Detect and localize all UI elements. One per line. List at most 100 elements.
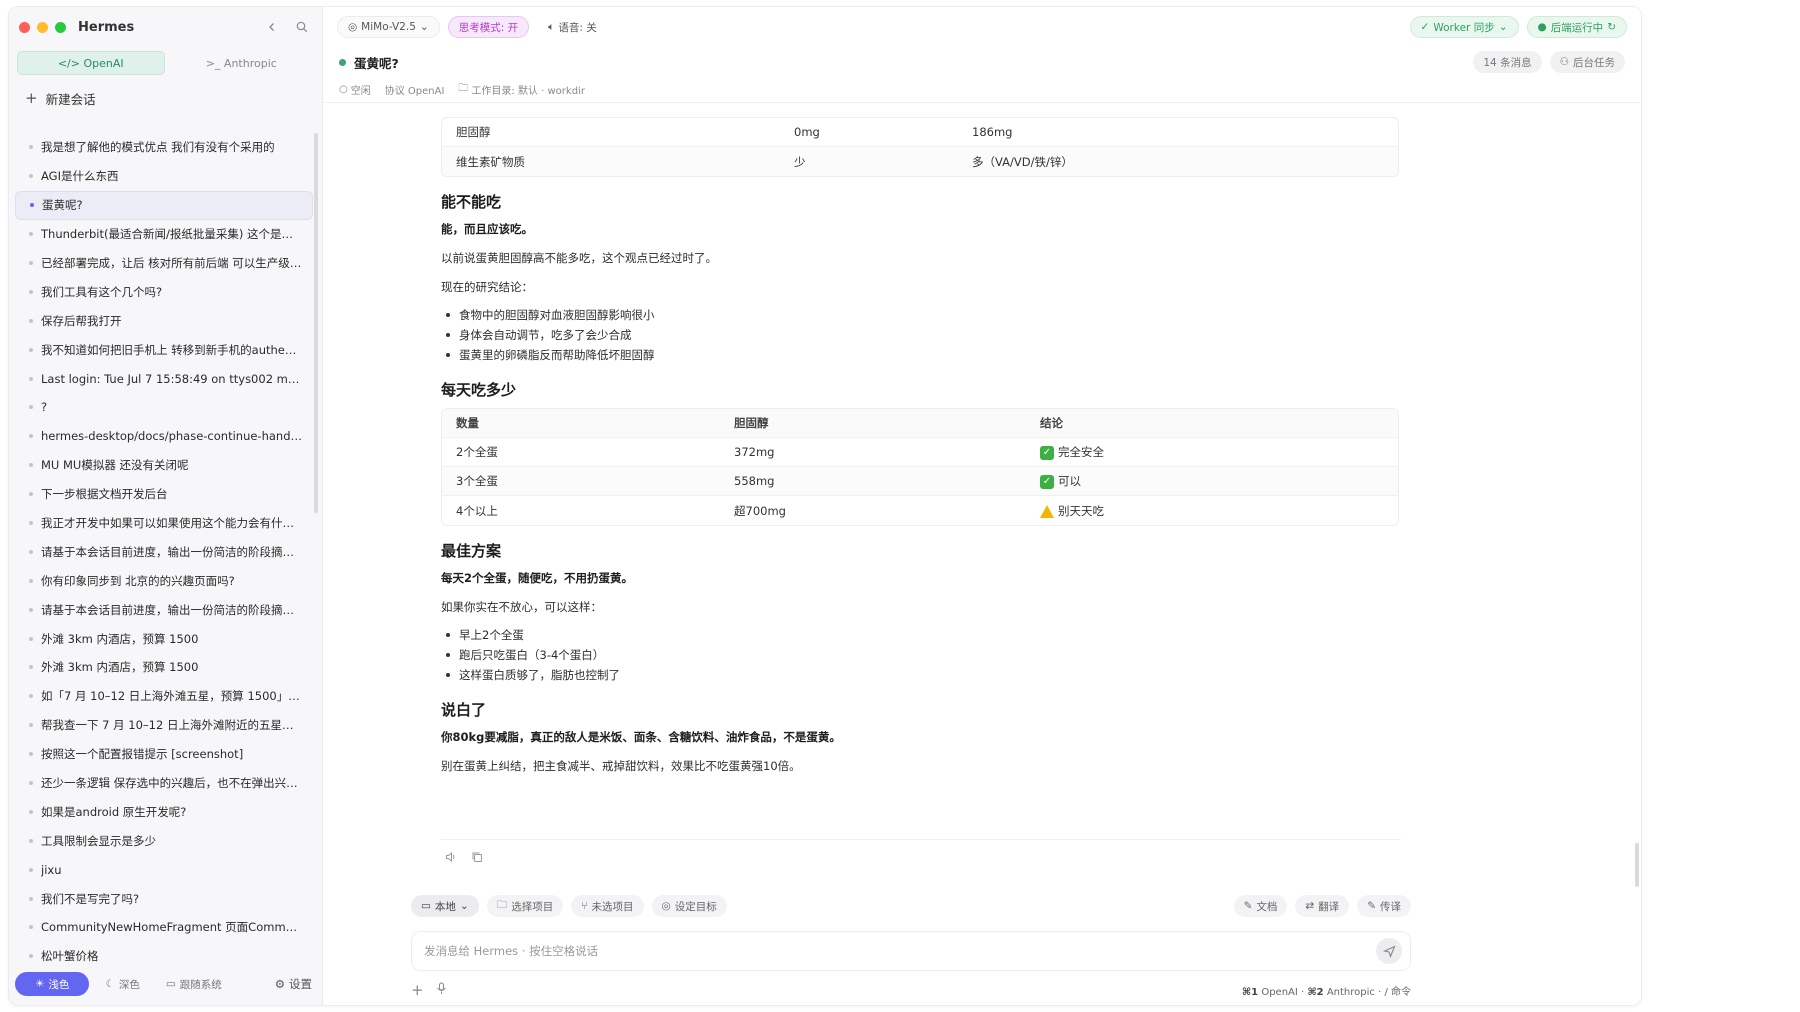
nutrition-table: 胆固醇 0mg 186mg 维生素矿物质 少 多（VA/VD/铁/锌） xyxy=(441,117,1399,177)
users-icon: ⚇ xyxy=(1559,56,1569,68)
theme-dark-button[interactable]: ☾ 深色 xyxy=(95,972,149,996)
conversation-title: Last login: Tue Jul 7 15:58:49 on ttys00… xyxy=(41,371,303,386)
translate-button[interactable]: ⇄ 翻译 xyxy=(1295,895,1350,917)
close-window-button[interactable] xyxy=(19,21,30,33)
conversation-item[interactable]: 蛋黄呢? xyxy=(15,190,313,220)
chat-scrollbar[interactable] xyxy=(1635,843,1639,887)
send-button[interactable] xyxy=(1376,938,1402,964)
conversation-item[interactable]: 下一步根据文档开发后台 xyxy=(15,480,313,509)
conversation-item[interactable]: ? xyxy=(15,393,313,422)
collapse-sidebar-icon[interactable] xyxy=(262,17,282,37)
minimize-window-button[interactable] xyxy=(37,21,48,33)
chevron-down-icon: ⌄ xyxy=(459,900,469,912)
top-toolbar: ◎ MiMo-V2.5 ⌄ 思考模式: 开 🔈︎ 语音: 关 ✓ Worker … xyxy=(323,7,1641,47)
settings-button[interactable]: ⚙ 设置 xyxy=(275,976,316,992)
set-goal-button[interactable]: ◎ 设定目标 xyxy=(651,895,727,917)
sidebar-titlebar: Hermes xyxy=(9,7,322,47)
paragraph: 如果你实在不放心，可以这样： xyxy=(441,600,602,614)
list-item: 跑后只吃蛋白（3-4个蛋白） xyxy=(441,645,1401,665)
theme-system-button[interactable]: ▭ 跟随系统 xyxy=(156,972,232,996)
doc-label: 文档 xyxy=(1256,900,1278,913)
conversation-item[interactable]: Thunderbit(最适合新闻/报纸批量采集) 这个是什么... xyxy=(15,220,313,249)
conversation-title: 我们工具有这个几个吗? xyxy=(41,284,163,299)
list-item: 蛋黄里的卵磷脂反而帮助降低坏胆固醇 xyxy=(441,345,1401,365)
conversation-item[interactable]: Last login: Tue Jul 7 15:58:49 on ttys00… xyxy=(15,364,313,393)
sidebar-scrollbar[interactable] xyxy=(314,133,318,513)
conversation-item[interactable]: 帮我查一下 7 月 10–12 日上海外滩附近的五星酒店... xyxy=(15,711,313,740)
table-row: 3个全蛋 558mg ✓ 可以 xyxy=(442,467,1398,496)
local-mode-selector[interactable]: ▭ 本地 ⌄ xyxy=(411,895,479,917)
meta-status-label: 空闲 xyxy=(350,86,371,97)
doc-button[interactable]: ✎ 文档 xyxy=(1233,895,1288,917)
conversation-item[interactable]: 松叶蟹价格 xyxy=(15,942,313,969)
conversation-item[interactable]: 我是想了解他的模式优点 我们有没有个采用的 xyxy=(15,133,313,162)
thinking-mode-label: 思考模式: 开 xyxy=(458,21,519,34)
meta-workdir[interactable]: 🗀 工作目录: 默认 · workdir xyxy=(458,81,585,98)
no-project-button[interactable]: ⑂ 未选项目 xyxy=(571,895,644,917)
list-item: 食物中的胆固醇对血液胆固醇影响很小 xyxy=(441,305,1401,325)
model-selector[interactable]: ◎ MiMo-V2.5 ⌄ xyxy=(337,16,440,38)
set-goal-label: 设定目标 xyxy=(674,900,717,913)
conversation-item[interactable]: 如果是android 原生开发呢? xyxy=(15,797,313,826)
background-tasks-label: 后台任务 xyxy=(1573,56,1615,69)
conversation-title: 工具限制会显示是多少 xyxy=(41,833,156,848)
worker-sync-label: Worker 同步 xyxy=(1433,21,1495,34)
list-item: 这样蛋白质够了，脂肪也控制了 xyxy=(441,665,1401,685)
chevron-down-icon: ⌄ xyxy=(419,21,429,33)
conversation-item[interactable]: 工具限制会显示是多少 xyxy=(15,826,313,855)
tab-anthropic[interactable]: >_ Anthropic xyxy=(169,51,315,75)
message-input[interactable] xyxy=(424,944,1376,958)
microphone-icon[interactable] xyxy=(436,982,447,998)
theme-light-button[interactable]: ☀ 浅色 xyxy=(15,972,90,996)
conversation-item[interactable]: 已经部署完成，让后 核对所有前后端 可以生产级交... xyxy=(15,249,313,278)
shortcut-label: / 命令 xyxy=(1384,986,1411,998)
transcribe-label: 传译 xyxy=(1380,900,1401,913)
paragraph: 能，而且应该吃。 xyxy=(441,222,533,236)
conversation-item[interactable]: 如「7 月 10–12 日上海外滩五星，预算 1500」在... xyxy=(15,682,313,711)
conversation-title: 我正才开发中如果可以如果使用这个能力会有什么... xyxy=(41,516,303,531)
copy-icon[interactable] xyxy=(471,851,483,866)
conversation-item[interactable]: 外滩 3km 内酒店，预算 1500 xyxy=(15,653,313,682)
new-chat-button[interactable]: + 新建会话 xyxy=(9,85,322,111)
conversation-item[interactable]: 我们工具有这个几个吗? xyxy=(15,277,313,306)
conversation-item[interactable]: 请基于本会话目前进度，输出一份简洁的阶段摘要... xyxy=(15,537,313,566)
background-tasks-button[interactable]: ⚇ 后台任务 xyxy=(1549,51,1625,73)
table-header-cell: 结论 xyxy=(1040,416,1063,430)
conversation-item[interactable]: CommunityNewHomeFragment 页面Communit... xyxy=(15,913,313,942)
heading-summary: 说白了 xyxy=(441,701,487,719)
select-project-button[interactable]: 🗀 选择项目 xyxy=(486,895,564,917)
conversation-item[interactable]: 我正才开发中如果可以如果使用这个能力会有什么... xyxy=(15,509,313,538)
conversation-item[interactable]: 还少一条逻辑 保存选中的兴趣后，也不在弹出兴趣... xyxy=(15,769,313,798)
verdict-text: 可以 xyxy=(1058,474,1081,488)
backend-status-button[interactable]: ● 后端运行中 ↻ xyxy=(1526,16,1627,38)
meta-protocol: 协议 OpenAI xyxy=(384,86,445,97)
search-icon[interactable] xyxy=(292,17,312,37)
message-composer xyxy=(411,931,1411,971)
conversation-item[interactable]: jixu xyxy=(15,855,313,884)
worker-sync-button[interactable]: ✓ Worker 同步 ⌄ xyxy=(1409,16,1519,38)
conversation-item[interactable]: 你有印象同步到 北京的的兴趣页面吗? xyxy=(15,566,313,595)
conversation-item[interactable]: 保存后帮我打开 xyxy=(15,306,313,335)
thinking-mode-toggle[interactable]: 思考模式: 开 xyxy=(447,16,530,38)
conversation-dot xyxy=(29,665,33,670)
conversation-item[interactable]: 请基于本会话目前进度，输出一份简洁的阶段摘要... xyxy=(15,595,313,624)
paragraph: 每天2个全蛋，随便吃，不用扔蛋黄。 xyxy=(441,571,633,585)
conversation-item[interactable]: MU MU模拟器 还没有关闭呢 xyxy=(15,451,313,480)
shortcut-key: ⌘1 xyxy=(1241,986,1259,998)
add-attachment-button[interactable]: + xyxy=(411,981,424,999)
voice-toggle[interactable]: 🔈︎ 语音: 关 xyxy=(537,16,608,38)
conversation-dot xyxy=(29,492,33,497)
conversation-item[interactable]: 按照这一个配置报错提示 [screenshot] xyxy=(15,740,313,769)
tab-openai[interactable]: </> OpenAI xyxy=(17,51,165,75)
maximize-window-button[interactable] xyxy=(55,21,66,33)
table-cell: 3个全蛋 xyxy=(456,474,498,488)
transcribe-button[interactable]: ✎ 传译 xyxy=(1357,895,1411,917)
speaker-icon[interactable] xyxy=(445,851,457,866)
conversation-title: 松叶蟹价格 xyxy=(41,949,99,964)
conversation-item[interactable]: 我们不是写完了吗? xyxy=(15,884,313,913)
conversation-item[interactable]: 我不知道如何把旧手机上 转移到新手机的authenti... xyxy=(15,335,313,364)
conversation-item[interactable]: 外滩 3km 内酒店，预算 1500 xyxy=(15,624,313,653)
conversation-item[interactable]: AGI是什么东西 xyxy=(15,162,313,191)
conversation-item[interactable]: hermes-desktop/docs/phase-continue-hando… xyxy=(15,422,313,451)
sidebar: Hermes </> OpenAI >_ Anthropic + 新建会话 我是… xyxy=(9,7,323,1005)
